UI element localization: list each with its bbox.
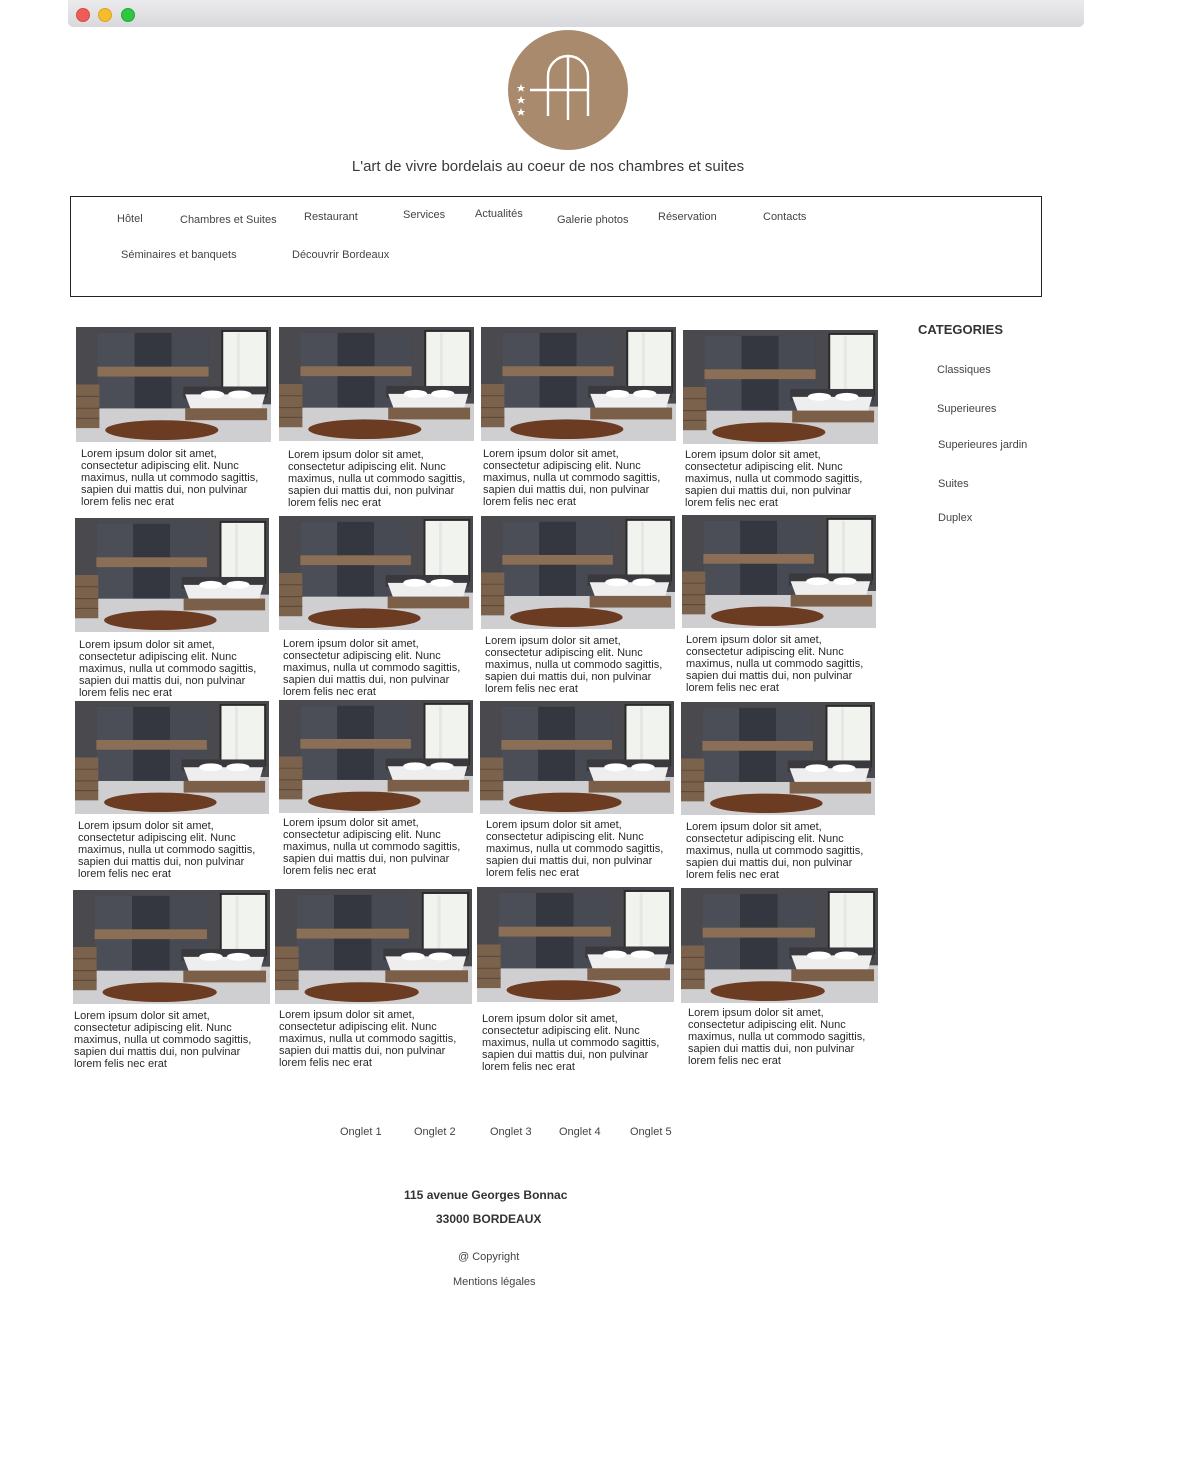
room-description: Lorem ipsum dolor sit amet, consectetur … [688, 1007, 866, 1067]
room-description: Lorem ipsum dolor sit amet, consectetur … [283, 817, 461, 877]
nav-item-seminaires-et-banquets[interactable]: Séminaires et banquets [121, 249, 237, 261]
nav-item-actualites[interactable]: Actualités [475, 208, 523, 220]
nav-item-contacts[interactable]: Contacts [763, 211, 806, 223]
nav-item-hotel[interactable]: Hôtel [117, 213, 143, 225]
room-description: Lorem ipsum dolor sit amet, consectetur … [78, 820, 256, 880]
footer-address-city: 33000 BORDEAUX [436, 1212, 542, 1226]
room-description: Lorem ipsum dolor sit amet, consectetur … [79, 639, 257, 699]
nav-item-chambres-et-suites[interactable]: Chambres et Suites [180, 214, 277, 226]
room-description: Lorem ipsum dolor sit amet, consectetur … [279, 1009, 457, 1069]
hotel-tagline: L'art de vivre bordelais au coeur de nos… [351, 158, 745, 175]
room-description: Lorem ipsum dolor sit amet, consectetur … [686, 634, 864, 694]
room-photo[interactable] [477, 887, 674, 1002]
close-window-button[interactable] [76, 8, 90, 22]
room-photo[interactable] [681, 888, 878, 1003]
room-photo[interactable] [480, 701, 674, 814]
tab-onglet-4[interactable]: Onglet 4 [559, 1126, 601, 1138]
tab-onglet-1[interactable]: Onglet 1 [340, 1126, 382, 1138]
room-description: Lorem ipsum dolor sit amet, consectetur … [686, 821, 864, 881]
category-duplex[interactable]: Duplex [938, 512, 972, 524]
room-photo[interactable] [75, 701, 269, 814]
tab-onglet-3[interactable]: Onglet 3 [490, 1126, 532, 1138]
minimize-window-button[interactable] [98, 8, 112, 22]
room-description: Lorem ipsum dolor sit amet, consectetur … [288, 449, 466, 509]
category-suites[interactable]: Suites [938, 478, 969, 490]
room-description: Lorem ipsum dolor sit amet, consectetur … [283, 638, 461, 698]
categories-title: CATEGORIES [918, 322, 1003, 337]
room-photo[interactable] [682, 515, 876, 628]
nav-item-decouvrir-bordeaux[interactable]: Découvrir Bordeaux [292, 249, 389, 261]
nav-item-restaurant[interactable]: Restaurant [304, 211, 358, 223]
footer-copyright: @ Copyright [458, 1251, 520, 1263]
room-photo[interactable] [275, 889, 472, 1004]
category-superieures[interactable]: Superieures [937, 403, 996, 415]
footer-address-street: 115 avenue Georges Bonnac [404, 1188, 568, 1202]
room-description: Lorem ipsum dolor sit amet, consectetur … [81, 448, 259, 508]
room-photo[interactable] [279, 327, 474, 441]
tab-onglet-5[interactable]: Onglet 5 [630, 1126, 672, 1138]
room-description: Lorem ipsum dolor sit amet, consectetur … [485, 635, 663, 695]
room-photo[interactable] [481, 327, 676, 441]
window-titlebar [68, 0, 1084, 27]
room-photo[interactable] [73, 890, 270, 1004]
hotel-logo[interactable] [508, 30, 628, 150]
room-description: Lorem ipsum dolor sit amet, consectetur … [482, 1013, 660, 1073]
room-photo[interactable] [683, 330, 878, 444]
room-photo[interactable] [279, 516, 473, 630]
nav-item-services[interactable]: Services [403, 209, 445, 221]
room-description: Lorem ipsum dolor sit amet, consectetur … [486, 819, 664, 879]
room-description: Lorem ipsum dolor sit amet, consectetur … [685, 449, 863, 509]
main-navigation [70, 196, 1042, 297]
room-photo[interactable] [481, 516, 675, 629]
maximize-window-button[interactable] [121, 8, 135, 22]
footer-legal-link[interactable]: Mentions légales [453, 1276, 536, 1288]
nav-item-galerie-photos[interactable]: Galerie photos [557, 214, 629, 226]
room-photo[interactable] [75, 518, 269, 632]
category-classiques[interactable]: Classiques [937, 364, 991, 376]
room-photo[interactable] [279, 700, 473, 813]
room-description: Lorem ipsum dolor sit amet, consectetur … [74, 1010, 252, 1070]
room-description: Lorem ipsum dolor sit amet, consectetur … [483, 448, 661, 508]
category-superieures-jardin[interactable]: Superieures jardin [938, 439, 1027, 451]
room-photo[interactable] [681, 702, 875, 815]
tab-onglet-2[interactable]: Onglet 2 [414, 1126, 456, 1138]
room-photo[interactable] [76, 327, 271, 442]
nav-item-reservation[interactable]: Réservation [658, 211, 717, 223]
